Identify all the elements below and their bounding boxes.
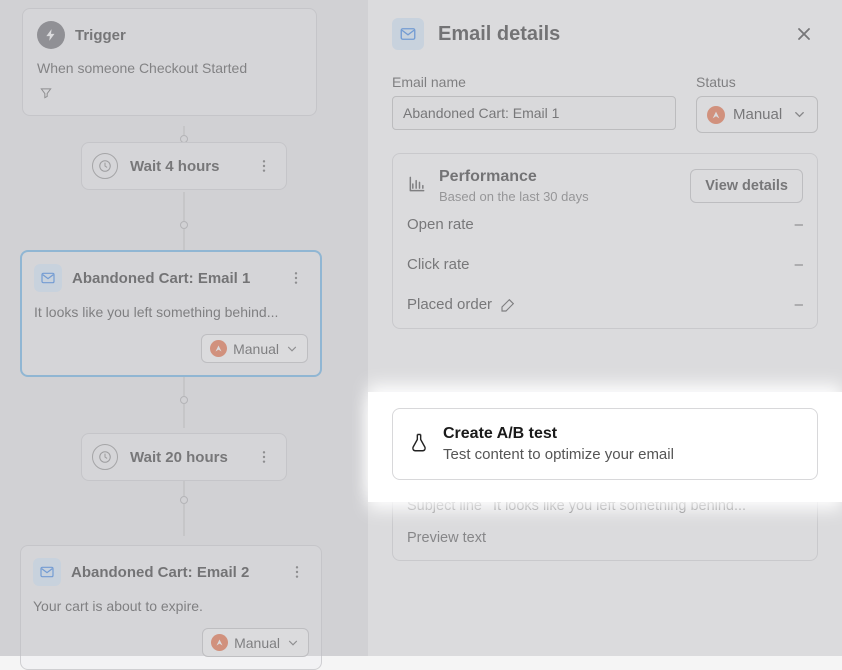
metric-click-rate-value: – (795, 256, 803, 273)
email-card-2[interactable]: Abandoned Cart: Email 2 Your cart is abo… (20, 545, 322, 670)
wait-card-1[interactable]: Wait 4 hours (81, 142, 287, 190)
metric-open-rate-label: Open rate (407, 216, 474, 233)
trigger-card[interactable]: Trigger When someone Checkout Started (22, 8, 317, 116)
email-card-preview: It looks like you left something behind.… (34, 304, 308, 320)
email-name-label: Email name (392, 74, 676, 90)
status-dot-icon (210, 340, 227, 357)
mail-icon (34, 264, 62, 292)
metric-open-rate-value: – (795, 216, 803, 233)
more-menu-button[interactable] (284, 266, 308, 290)
performance-title: Performance (439, 168, 678, 186)
flow-canvas: Trigger When someone Checkout Started Wa… (0, 0, 368, 656)
trigger-description: When someone Checkout Started (37, 60, 302, 76)
mail-icon (33, 558, 61, 586)
bolt-icon (37, 21, 65, 49)
wait-card-2[interactable]: Wait 20 hours (81, 433, 287, 481)
edit-icon[interactable] (500, 297, 516, 313)
wait-label: Wait 20 hours (130, 449, 252, 466)
chevron-down-icon (286, 636, 300, 650)
performance-section: Performance Based on the last 30 days Vi… (392, 153, 818, 329)
wait-label: Wait 4 hours (130, 158, 252, 175)
status-selector[interactable]: Manual (201, 334, 308, 363)
detail-panel: Email details Email name Status Manual (368, 0, 842, 656)
status-selector[interactable]: Manual (202, 628, 309, 657)
status-value: Manual (733, 106, 784, 123)
panel-title: Email details (438, 23, 776, 46)
more-menu-button[interactable] (252, 445, 276, 469)
ab-test-subtitle: Test content to optimize your email (443, 446, 674, 463)
view-details-button[interactable]: View details (690, 169, 803, 203)
status-label: Manual (233, 341, 279, 357)
filter-icon (37, 84, 55, 102)
performance-subtitle: Based on the last 30 days (439, 189, 678, 204)
ab-test-title: Create A/B test (443, 425, 674, 443)
connector-dot (180, 221, 188, 229)
status-dot-icon (211, 634, 228, 651)
status-label: Status (696, 74, 818, 90)
status-dot-icon (707, 106, 725, 124)
status-label: Manual (234, 635, 280, 651)
chevron-down-icon (792, 107, 807, 122)
more-menu-button[interactable] (285, 560, 309, 584)
metric-placed-order-label: Placed order (407, 296, 492, 313)
status-dropdown[interactable]: Manual (696, 96, 818, 133)
trigger-title: Trigger (75, 27, 126, 44)
chevron-down-icon (285, 342, 299, 356)
close-icon (794, 24, 814, 44)
flask-icon (409, 431, 429, 458)
clock-icon (92, 153, 118, 179)
clock-icon (92, 444, 118, 470)
chart-icon (407, 174, 427, 199)
mail-icon (392, 18, 424, 50)
metric-placed-order-value: – (795, 296, 803, 313)
email-card-preview: Your cart is about to expire. (33, 598, 309, 614)
email-card-1[interactable]: Abandoned Cart: Email 1 It looks like yo… (20, 250, 322, 377)
email-card-title: Abandoned Cart: Email 1 (72, 270, 274, 287)
close-button[interactable] (790, 20, 818, 48)
metric-click-rate-label: Click rate (407, 256, 470, 273)
more-menu-button[interactable] (252, 154, 276, 178)
email-name-input[interactable] (392, 96, 676, 130)
create-ab-test-card[interactable]: Create A/B test Test content to optimize… (392, 408, 818, 480)
connector-dot (180, 496, 188, 504)
email-card-title: Abandoned Cart: Email 2 (71, 564, 275, 581)
preview-text-key: Preview text (407, 530, 803, 546)
connector-dot (180, 396, 188, 404)
